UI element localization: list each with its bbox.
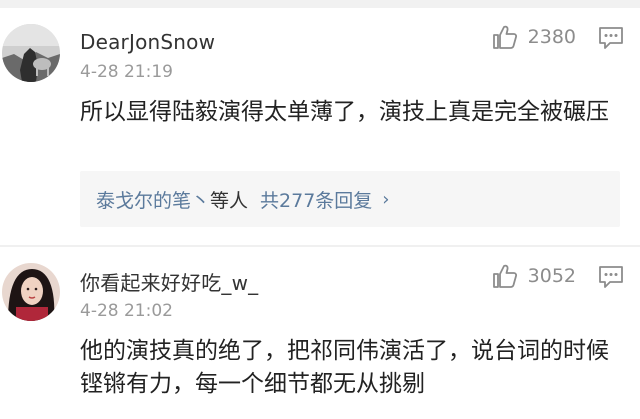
username[interactable]: DearJonSnow [80, 30, 215, 54]
thumbs-up-icon [492, 264, 517, 288]
comment-item: DearJonSnow 4-28 21:19 2380 所以显得陆毅演得太单薄了… [0, 8, 640, 245]
comment-text: 他的演技真的绝了，把祁同伟演活了，说台词的时候铿锵有力，每一个细节都无从挑剔 [80, 338, 609, 397]
comment-time: 4-28 21:19 [80, 62, 173, 82]
comment-item: 你看起来好好吃_w_ 4-28 21:02 3052 他的演技真的绝了，把祁同伟… [0, 247, 640, 419]
like-count: 2380 [527, 26, 576, 48]
like-count: 3052 [527, 265, 576, 287]
comment-icon[interactable] [598, 26, 624, 50]
reply-connector: 等人 [210, 189, 249, 212]
reply-user-link[interactable]: 泰戈尔的笔丶 [96, 186, 210, 213]
replies-preview[interactable]: 泰戈尔的笔丶 等人 共277条回复 › [80, 171, 620, 227]
chevron-right-icon: › [382, 188, 390, 210]
comment-text: 所以显得陆毅演得太单薄了，演技上真是完全被碾压 [80, 99, 609, 125]
top-divider [0, 0, 640, 8]
avatar[interactable] [2, 24, 60, 82]
like-button[interactable]: 2380 [492, 24, 576, 50]
comment-icon[interactable] [598, 265, 624, 289]
avatar[interactable] [2, 263, 60, 321]
reply-total-link[interactable]: 共277条回复 [260, 186, 372, 213]
username[interactable]: 你看起来好好吃_w_ [80, 267, 258, 296]
thumbs-up-icon [492, 25, 517, 49]
comment-time: 4-28 21:02 [80, 301, 173, 321]
like-button[interactable]: 3052 [492, 263, 576, 289]
